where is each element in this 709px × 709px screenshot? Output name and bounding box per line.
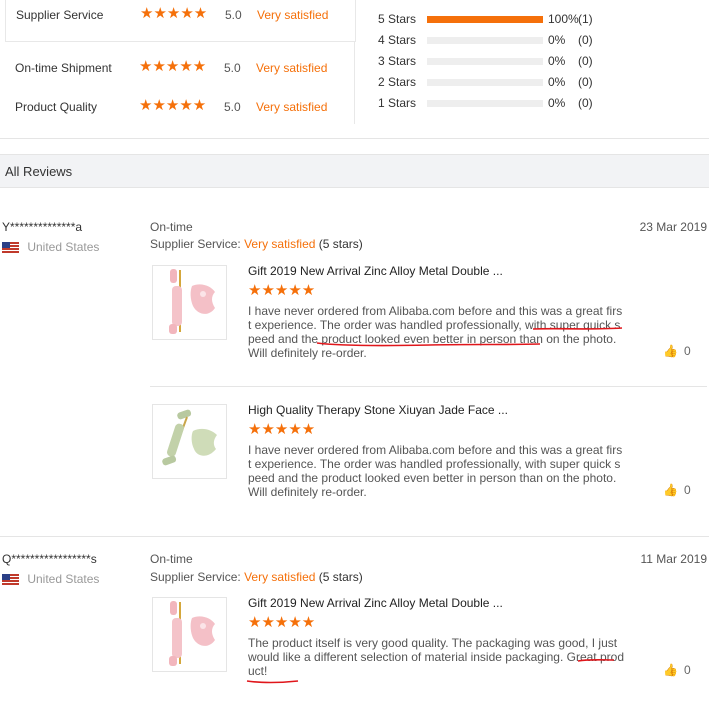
rating-stars: ★★★★★ (139, 58, 207, 75)
product-thumbnail[interactable] (152, 404, 227, 479)
distribution-row: 2 Stars 0% (0) (378, 74, 598, 92)
distribution-count: (0) (578, 54, 593, 68)
distribution-label: 3 Stars (378, 54, 417, 68)
rating-score: 5.0 (224, 61, 241, 75)
rating-satisfaction: Very satisfied (256, 100, 328, 114)
service-label-top: On-time (150, 220, 193, 234)
distribution-percent: 0% (548, 75, 566, 89)
service-label-top: On-time (150, 552, 193, 566)
rating-stars: ★★★★★ (140, 5, 208, 22)
all-reviews-tab[interactable]: All Reviews (0, 154, 709, 188)
product-stars: ★★★★★ (248, 282, 316, 299)
like-button[interactable]: 👍 0 (663, 483, 691, 497)
service-label: Supplier Service: (150, 570, 241, 584)
review-divider (0, 536, 709, 537)
divider (0, 138, 709, 139)
review-text: I have never ordered from Alibaba.com be… (248, 443, 623, 499)
reviewer-name: Q*****************s (2, 552, 97, 566)
supplier-ratings: Supplier Service ★★★★★ 5.0 Very satisfie… (5, 0, 356, 126)
distribution-bar (427, 37, 543, 44)
jade-roller-image (169, 269, 215, 334)
service-value: Very satisfied (244, 570, 316, 584)
like-count: 0 (683, 344, 691, 358)
distribution-percent: 100% (548, 12, 579, 26)
distribution-bar (427, 16, 543, 23)
us-flag-icon (2, 242, 19, 254)
product-title[interactable]: Gift 2019 New Arrival Zinc Alloy Metal D… (248, 596, 503, 610)
distribution-bar-fill (427, 16, 543, 23)
reviewer-country: United States (2, 240, 99, 254)
product-title[interactable]: High Quality Therapy Stone Xiuyan Jade F… (248, 403, 508, 417)
distribution-label: 2 Stars (378, 75, 417, 89)
service-stars: (5 stars) (318, 570, 363, 584)
jade-roller-image (162, 409, 217, 466)
distribution-row: 1 Stars 0% (0) (378, 95, 598, 113)
distribution-row: 4 Stars 0% (0) (378, 32, 598, 50)
rating-stars: ★★★★★ (139, 97, 207, 114)
rating-label: Product Quality (15, 100, 98, 114)
like-button[interactable]: 👍 0 (663, 663, 691, 677)
service-label: Supplier Service: (150, 237, 241, 251)
rating-label: On-time Shipment (15, 61, 112, 75)
distribution-label: 4 Stars (378, 33, 417, 47)
distribution-row: 3 Stars 0% (0) (378, 53, 598, 71)
like-count: 0 (683, 483, 691, 497)
thumbs-up-icon: 👍 (663, 344, 678, 358)
rating-satisfaction: Very satisfied (256, 61, 328, 75)
jade-roller-image (169, 601, 215, 666)
rating-row-supplier-service: Supplier Service ★★★★★ 5.0 Very satisfie… (5, 0, 356, 42)
item-divider (150, 386, 707, 387)
product-stars: ★★★★★ (248, 614, 316, 631)
rating-satisfaction: Very satisfied (257, 8, 329, 22)
service-value: Very satisfied (244, 237, 316, 251)
distribution-label: 1 Stars (378, 96, 417, 110)
distribution-bar (427, 100, 543, 107)
distribution-count: (0) (578, 75, 593, 89)
rating-row-product-quality: Product Quality ★★★★★ 5.0 Very satisfied (5, 88, 354, 126)
us-flag-icon (2, 574, 19, 586)
reviewer-country: United States (2, 572, 99, 586)
annotation-underline (246, 658, 615, 684)
reviewer-name: Y**************a (2, 220, 83, 234)
thumbs-up-icon: 👍 (663, 483, 678, 497)
rating-row-on-time-shipment: On-time Shipment ★★★★★ 5.0 Very satisfie… (5, 49, 354, 87)
thumbs-up-icon: 👍 (663, 663, 678, 677)
product-thumbnail[interactable] (152, 265, 227, 340)
rating-score: 5.0 (224, 100, 241, 114)
product-stars: ★★★★★ (248, 421, 316, 438)
distribution-count: (1) (578, 12, 593, 26)
distribution-percent: 0% (548, 33, 566, 47)
product-title[interactable]: Gift 2019 New Arrival Zinc Alloy Metal D… (248, 264, 503, 278)
service-stars: (5 stars) (318, 237, 363, 251)
rating-label: Supplier Service (16, 8, 104, 22)
annotation-underline (316, 327, 623, 347)
all-reviews-label: All Reviews (5, 164, 73, 179)
distribution-percent: 0% (548, 96, 566, 110)
service-summary: Supplier Service: Very satisfied (5 star… (150, 237, 363, 251)
distribution-bar (427, 58, 543, 65)
like-count: 0 (683, 663, 691, 677)
distribution-percent: 0% (548, 54, 566, 68)
country-name: United States (27, 240, 100, 254)
service-summary: Supplier Service: Very satisfied (5 star… (150, 570, 363, 584)
distribution-count: (0) (578, 96, 593, 110)
distribution-label: 5 Stars (378, 12, 417, 26)
rating-score: 5.0 (225, 8, 242, 22)
like-button[interactable]: 👍 0 (663, 344, 691, 358)
product-thumbnail[interactable] (152, 597, 227, 672)
review-date: 11 Mar 2019 (640, 552, 708, 566)
distribution-row: 5 Stars 100% (1) (378, 11, 598, 29)
country-name: United States (27, 572, 100, 586)
distribution-bar (427, 79, 543, 86)
distribution-count: (0) (578, 33, 593, 47)
review-date: 23 Mar 2019 (639, 220, 707, 234)
